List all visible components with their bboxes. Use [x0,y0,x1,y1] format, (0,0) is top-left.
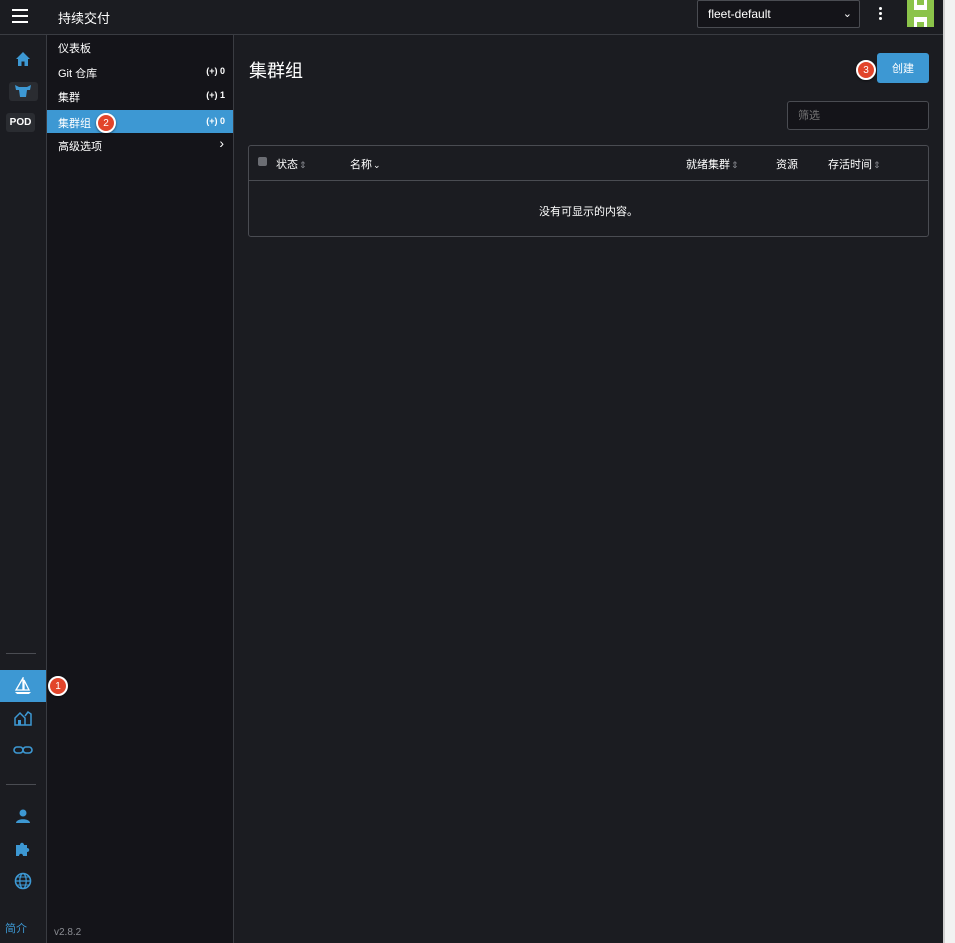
chevron-down-icon: ⌄ [842,8,852,20]
top-bar: 持续交付 fleet-default ⌄ [0,0,943,35]
select-all-checkbox[interactable] [258,157,267,166]
count-value: 0 [219,116,225,126]
main-content: 集群组 创建 状态⇕ 名称⌄ 就绪集群⇕ 资源 存活时间⇕ 没有可显示的内容。 [234,35,943,943]
sort-down-icon: ⌄ [373,160,381,170]
window-edge [943,0,955,943]
submenu-item-git-repos[interactable]: Git 仓库 (+) 0 [47,60,233,83]
version-label: v2.8.2 [54,927,82,938]
submenu-item-dashboard[interactable]: 仪表板 [47,35,233,58]
column-header-name[interactable]: 名称⌄ [350,156,381,172]
workspace-select[interactable]: fleet-default ⌄ [697,0,860,28]
more-options-icon[interactable] [874,5,886,25]
nav-divider [6,653,36,654]
cluster-bull-icon[interactable] [0,75,46,107]
about-link[interactable]: 简介 [5,920,27,936]
pod-cluster-item[interactable]: POD [6,113,35,132]
namespace-icon: (+) [206,116,218,126]
user-icon[interactable] [0,800,46,832]
left-nav: POD 简介 [0,35,47,943]
annotation-badge-1: 1 [48,676,68,696]
submenu-item-label: 集群组 [58,118,91,130]
sort-icon: ⇕ [299,160,307,170]
submenu-item-label: 仪表板 [58,43,91,55]
sort-icon: ⇕ [731,160,739,170]
submenu-item-label: Git 仓库 [58,68,98,80]
submenu-item-label: 高级选项 [58,141,102,153]
globe-icon[interactable] [0,865,46,897]
workspace-select-value: fleet-default [708,7,771,21]
column-label: 就绪集群 [686,159,730,171]
table-header: 状态⇕ 名称⌄ 就绪集群⇕ 资源 存活时间⇕ [249,146,928,181]
submenu-item-label: 集群 [58,92,80,104]
create-button[interactable]: 创建 [877,53,929,83]
resource-count: (+) 0 [206,116,225,126]
submenu-item-clusters[interactable]: 集群 (+) 1 [47,84,233,107]
building-icon[interactable] [0,702,46,734]
annotation-badge-3: 3 [856,60,876,80]
count-value: 0 [219,66,225,76]
column-label: 存活时间 [828,159,872,171]
column-label: 资源 [776,159,798,171]
resource-count: (+) 1 [206,90,225,100]
count-value: 1 [219,90,225,100]
avatar[interactable] [907,0,934,27]
submenu-item-cluster-groups[interactable]: 集群组 (+) 0 [47,110,233,133]
chain-link-icon[interactable] [0,734,46,766]
page-title: 集群组 [249,61,303,81]
side-submenu: 仪表板 Git 仓库 (+) 0 集群 (+) 1 集群组 (+) 0 高级选项… [47,35,234,943]
menu-icon[interactable] [12,9,28,23]
sailboat-icon[interactable] [0,670,46,702]
chevron-right-icon: › [219,135,224,151]
column-label: 名称 [350,159,372,171]
column-header-ready-clusters[interactable]: 就绪集群⇕ [686,156,739,172]
pod-label: POD [9,117,32,128]
empty-state-message: 没有可显示的内容。 [539,206,638,218]
column-header-state[interactable]: 状态⇕ [276,156,307,172]
sort-icon: ⇕ [873,160,881,170]
cluster-groups-table: 状态⇕ 名称⌄ 就绪集群⇕ 资源 存活时间⇕ 没有可显示的内容。 [248,145,929,237]
annotation-badge-2: 2 [96,113,116,133]
home-icon[interactable] [0,43,46,75]
column-label: 状态 [276,159,298,171]
app-title: 持续交付 [58,11,111,26]
nav-divider [6,784,36,785]
filter-input[interactable] [787,101,929,130]
namespace-icon: (+) [206,90,218,100]
namespace-icon: (+) [206,66,218,76]
column-header-age[interactable]: 存活时间⇕ [828,156,881,172]
resource-count: (+) 0 [206,66,225,76]
puzzle-icon[interactable] [0,833,46,865]
column-header-resources: 资源 [776,156,798,172]
submenu-item-advanced[interactable]: 高级选项 › [47,133,233,156]
